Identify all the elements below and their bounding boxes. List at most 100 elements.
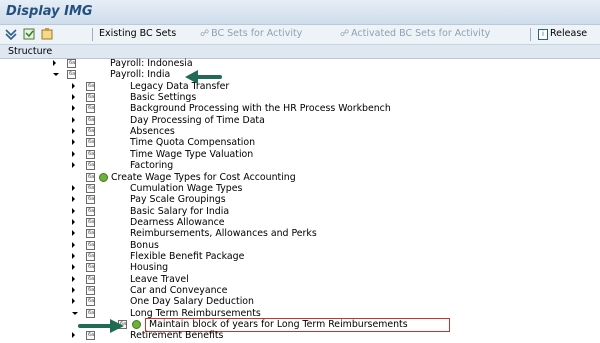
tree-node-label[interactable]: Leave Travel: [130, 274, 189, 285]
tree-node[interactable]: Bonus: [0, 240, 600, 251]
tree-node[interactable]: Factoring: [0, 160, 600, 171]
img-document-icon: [86, 206, 95, 216]
tree-node-label[interactable]: Basic Salary for India: [130, 206, 229, 217]
tree-node[interactable]: Create Wage Types for Cost Accounting: [0, 172, 600, 183]
tree-node[interactable]: Housing: [0, 262, 600, 273]
existing-bc-sets-button[interactable]: Existing BC Sets: [99, 28, 176, 39]
img-document-icon: [86, 93, 95, 103]
triangle-right-icon[interactable]: [72, 128, 75, 135]
tree-node-label[interactable]: Dearness Allowance: [130, 217, 225, 228]
img-document-icon: [86, 251, 95, 261]
tree-node-label[interactable]: Maintain block of years for Long Term Re…: [149, 319, 408, 330]
green-arrow-pointer-icon: [185, 70, 222, 84]
img-document-icon: [86, 161, 95, 171]
tree-node-label[interactable]: Background Processing with the HR Proces…: [130, 103, 391, 114]
tree-node[interactable]: Basic Salary for India: [0, 206, 600, 217]
note-icon[interactable]: [22, 27, 36, 41]
triangle-right-icon[interactable]: [72, 275, 75, 282]
triangle-right-icon[interactable]: [72, 264, 75, 271]
tree-node[interactable]: Basic Settings: [0, 92, 600, 103]
triangle-right-icon[interactable]: [72, 241, 75, 248]
triangle-right-icon[interactable]: [72, 196, 75, 203]
tree-node-label[interactable]: Flexible Benefit Package: [130, 251, 244, 262]
green-arrow-pointer-icon: [78, 319, 124, 333]
tree-node[interactable]: Flexible Benefit Package: [0, 251, 600, 262]
tree-node[interactable]: Background Processing with the HR Proces…: [0, 103, 600, 114]
triangle-right-icon[interactable]: [72, 207, 75, 214]
tree-node[interactable]: Legacy Data Transfer: [0, 81, 600, 92]
tree-node-label[interactable]: Factoring: [130, 160, 173, 171]
triangle-right-icon[interactable]: [72, 150, 75, 157]
tree-node[interactable]: Pay Scale Groupings: [0, 194, 600, 205]
tree-node-label[interactable]: Retirement Benefits: [130, 330, 223, 341]
triangle-down-icon[interactable]: [53, 73, 59, 77]
img-document-icon: [86, 217, 95, 227]
tree-node-label[interactable]: Housing: [130, 262, 168, 273]
activated-bc-sets-label: Activated BC Sets for Activity: [351, 28, 491, 39]
triangle-right-icon[interactable]: [72, 218, 75, 225]
tree-node-label[interactable]: One Day Salary Deduction: [130, 296, 254, 307]
img-document-icon: [67, 59, 76, 68]
tree-node-label[interactable]: Cumulation Wage Types: [130, 183, 242, 194]
img-document-icon: [86, 297, 95, 307]
tree-node[interactable]: Dearness Allowance: [0, 217, 600, 228]
tree-node-label[interactable]: Basic Settings: [130, 92, 196, 103]
triangle-right-icon[interactable]: [72, 184, 75, 191]
triangle-right-icon[interactable]: [72, 82, 75, 89]
tree-node-label[interactable]: Time Wage Type Valuation: [130, 149, 253, 160]
triangle-right-icon[interactable]: [72, 94, 75, 101]
triangle-right-icon[interactable]: [72, 162, 75, 169]
tree-node-label[interactable]: Day Processing of Time Data: [130, 115, 265, 126]
additional-info-icon[interactable]: [40, 27, 54, 41]
tree-node[interactable]: Car and Conveyance: [0, 285, 600, 296]
triangle-right-icon[interactable]: [72, 139, 75, 146]
bc-sets-for-activity-button[interactable]: ☍ BC Sets for Activity: [200, 28, 302, 39]
find-icon[interactable]: [4, 27, 18, 41]
tree-node[interactable]: Leave Travel: [0, 274, 600, 285]
tree-node[interactable]: Reimbursements, Allowances and Perks: [0, 228, 600, 239]
img-document-icon: [86, 308, 95, 318]
release-button[interactable]: i Release: [538, 28, 587, 40]
img-document-icon: [86, 149, 95, 159]
tree-node-label[interactable]: Reimbursements, Allowances and Perks: [130, 228, 317, 239]
tree-node[interactable]: Cumulation Wage Types: [0, 183, 600, 194]
tree-node[interactable]: One Day Salary Deduction: [0, 296, 600, 307]
tree-node-label[interactable]: Payroll: Indonesia: [110, 58, 193, 69]
tree-node-label[interactable]: Time Quota Compensation: [130, 137, 255, 148]
tree-node-label[interactable]: Absences: [130, 126, 175, 137]
tree-node-label[interactable]: Create Wage Types for Cost Accounting: [111, 172, 296, 183]
img-document-icon: [86, 263, 95, 273]
tree-node[interactable]: Time Quota Compensation: [0, 137, 600, 148]
triangle-right-icon[interactable]: [72, 298, 75, 305]
tree-node-label[interactable]: Long Term Reimbursements: [130, 308, 261, 319]
triangle-right-icon[interactable]: [72, 252, 75, 259]
execute-clock-icon[interactable]: [132, 320, 141, 330]
tree-node[interactable]: Absences: [0, 126, 600, 137]
triangle-right-icon[interactable]: [53, 60, 56, 66]
tree-node[interactable]: Day Processing of Time Data: [0, 115, 600, 126]
tree-node[interactable]: Time Wage Type Valuation: [0, 149, 600, 160]
tree-node-label[interactable]: Payroll: India: [110, 69, 170, 80]
application-toolbar: Existing BC Sets ☍ BC Sets for Activity ☍…: [0, 25, 600, 45]
info-icon: i: [538, 29, 548, 40]
tree-node[interactable]: Payroll: India: [0, 69, 600, 80]
activated-bc-sets-button[interactable]: ☍ Activated BC Sets for Activity: [340, 28, 490, 39]
tree-node-label[interactable]: Car and Conveyance: [130, 285, 227, 296]
img-document-icon: [86, 104, 95, 114]
tree-node-label[interactable]: Bonus: [130, 240, 159, 251]
tree-node[interactable]: Payroll: Indonesia: [0, 58, 600, 69]
img-document-icon: [86, 115, 95, 125]
bc-set-icon: ☍: [340, 29, 350, 39]
triangle-right-icon[interactable]: [72, 116, 75, 123]
img-document-icon: [86, 183, 95, 193]
triangle-right-icon[interactable]: [72, 230, 75, 237]
triangle-right-icon[interactable]: [72, 287, 75, 293]
bc-set-icon: ☍: [200, 29, 210, 39]
tree-node-label[interactable]: Pay Scale Groupings: [130, 194, 226, 205]
execute-clock-icon[interactable]: [99, 172, 108, 182]
triangle-down-icon[interactable]: [72, 311, 78, 315]
release-label: Release: [550, 28, 588, 39]
triangle-right-icon[interactable]: [72, 332, 75, 339]
toolbar-separator: [530, 28, 531, 41]
triangle-right-icon[interactable]: [72, 105, 75, 112]
